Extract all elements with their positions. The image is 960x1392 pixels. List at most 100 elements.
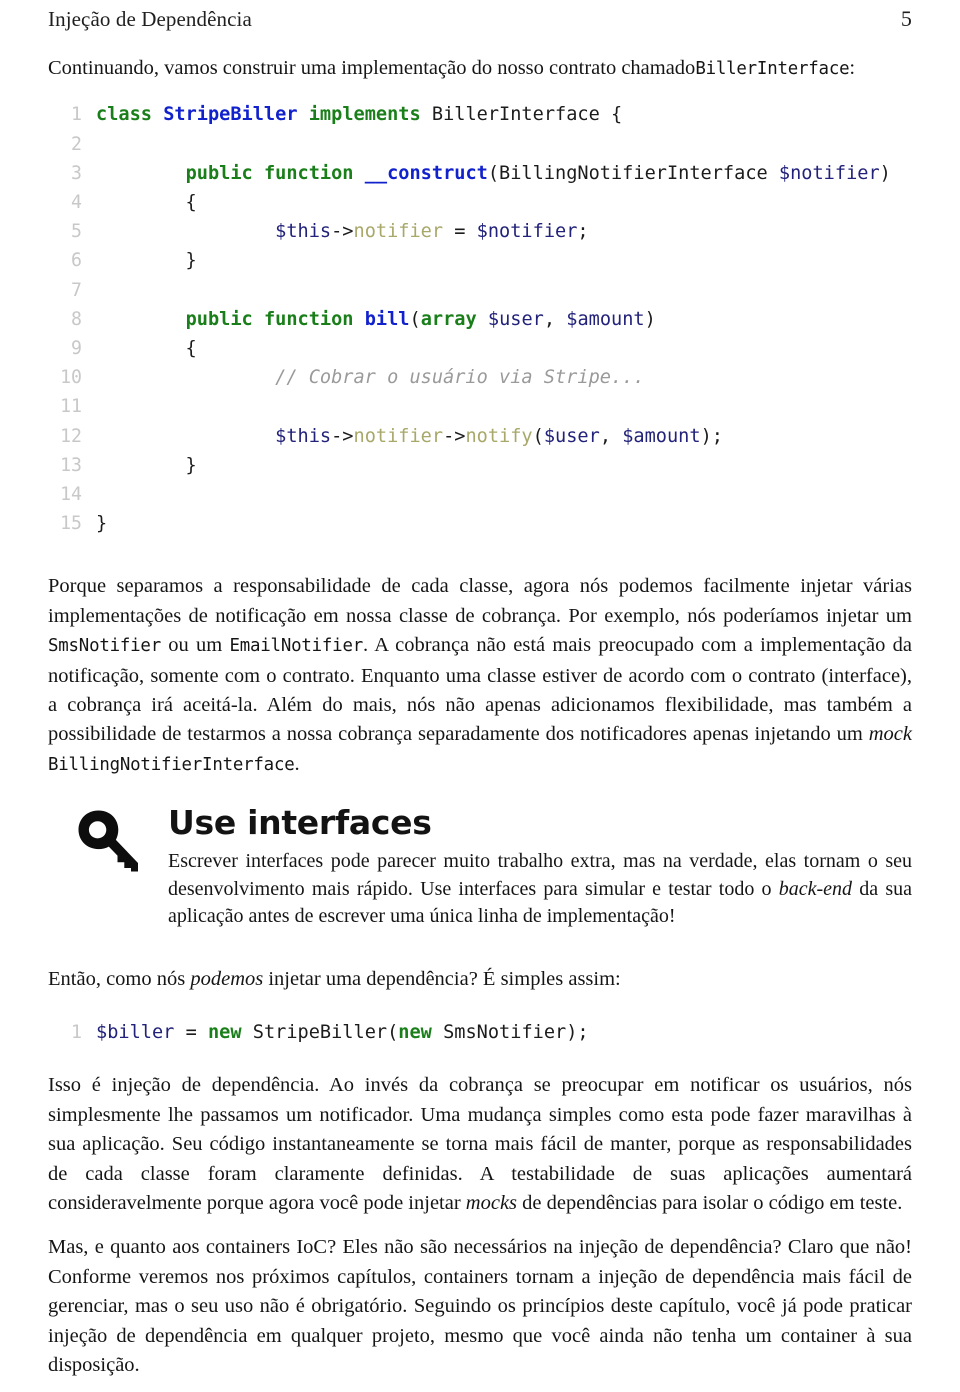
code-token: __construct (364, 162, 488, 184)
p2-italic-podemos: podemos (190, 967, 264, 990)
code-token: public (185, 308, 253, 330)
code-line: 1 class StripeBiller implements BillerInt… (48, 100, 912, 129)
code-token: , (543, 308, 567, 330)
code-line-number: 1 (71, 1022, 82, 1044)
code-line: 7 (48, 276, 912, 305)
code-line-number: 6 (71, 250, 82, 272)
p3-part2: de dependências para isolar o código em … (517, 1192, 903, 1215)
page-content: Continuando, vamos construir uma impleme… (48, 54, 912, 1380)
code-token: } (96, 250, 197, 272)
intro-paragraph: Continuando, vamos construir uma impleme… (48, 54, 912, 84)
code-listing-stripe-biller: 1 class StripeBiller implements BillerInt… (48, 100, 912, 538)
code-line-number: 3 (71, 162, 82, 184)
code-token: SmsNotifier); (431, 1022, 589, 1044)
code-token: } (96, 513, 108, 535)
code-token: -> (331, 425, 354, 447)
code-line: 12 $this->notifier->notify($user, $amoun… (48, 422, 912, 451)
code-token: -> (331, 221, 354, 243)
p1-code-billing-notifier-interface: BillingNotifierInterface (48, 754, 295, 775)
callout-body: Use interfaces Escrever interfaces pode … (168, 804, 912, 931)
intro-text-after: : (849, 57, 856, 79)
code-token: $biller (96, 1022, 175, 1044)
code-token: = (174, 1022, 208, 1044)
code-line: 4 { (48, 188, 912, 217)
code-token: $notifier (476, 221, 578, 243)
code-line-number: 10 (60, 367, 82, 389)
code-line-number: 15 (60, 513, 82, 535)
callout-use-interfaces: Use interfaces Escrever interfaces pode … (48, 804, 912, 931)
code-token: function (263, 308, 354, 330)
code-token: $this (275, 425, 332, 447)
code-line-source: } (82, 451, 197, 480)
p1-part5: . (294, 752, 300, 775)
code-line: 2 (48, 130, 912, 159)
code-line-source (82, 480, 107, 509)
code-token: { (96, 192, 197, 214)
p2-part2: injetar uma dependência? É simples assim… (263, 967, 621, 990)
code-line: 1 $biller = new StripeBiller(new SmsNotif… (48, 1018, 912, 1047)
code-line-source: } (82, 509, 107, 538)
code-token: ( (532, 425, 544, 447)
p2-part1: Então, como nós (48, 967, 191, 990)
callout-text: Escrever interfaces pode parecer muito t… (168, 848, 912, 931)
code-line-number: 1 (71, 104, 82, 126)
callout-title: Use interfaces (168, 803, 432, 843)
code-token: = (443, 221, 477, 243)
code-line-number: 5 (71, 221, 82, 243)
code-token: $this (275, 221, 332, 243)
code-token: new (398, 1022, 432, 1044)
code-token: new (207, 1022, 242, 1044)
code-token: { (96, 338, 197, 360)
code-token: $user (543, 425, 600, 447)
paragraph-how-to-inject: Então, como nós podemos injetar uma depe… (48, 965, 912, 994)
code-token: $amount (622, 425, 701, 447)
key-icon (78, 810, 138, 872)
code-line-source: public function __construct(BillingNotif… (82, 159, 891, 188)
code-line-number: 4 (71, 192, 82, 214)
code-token: ); (700, 425, 723, 447)
code-line-source: $biller = new StripeBiller(new SmsNotifi… (82, 1018, 589, 1047)
code-line: 11 (48, 392, 912, 421)
page-number: 5 (900, 6, 912, 31)
code-line: 15} (48, 509, 912, 538)
code-line: 13 } (48, 451, 912, 480)
code-token: (BillingNotifierInterface (487, 162, 779, 184)
code-listing-biller-instantiation: 1 $biller = new StripeBiller(new SmsNotif… (48, 1018, 912, 1047)
code-token: public (185, 162, 253, 184)
code-line-source: // Cobrar o usuário via Stripe... (82, 363, 645, 392)
code-token: $notifier (778, 162, 880, 184)
code-line-source (82, 130, 107, 159)
code-token: notifier (353, 425, 444, 447)
code-token: } (96, 454, 197, 476)
code-line-number: 13 (60, 454, 82, 476)
p1-code-sms-notifier: SmsNotifier (48, 636, 161, 657)
code-line-source (82, 276, 107, 305)
callout-icon-wrap (48, 804, 168, 874)
running-header: Injeção de Dependência 5 (48, 6, 912, 32)
code-token: // Cobrar o usuário via Stripe... (275, 367, 645, 389)
code-token: bill (364, 308, 410, 330)
p1-code-email-notifier: EmailNotifier (229, 636, 363, 657)
code-token: $amount (566, 308, 645, 330)
document-page: Injeção de Dependência 5 Continuando, va… (0, 0, 960, 1392)
code-token: ( (409, 308, 421, 330)
code-line: 8 public function bill(array $user, $amo… (48, 305, 912, 334)
code-line-number: 9 (71, 338, 82, 360)
code-token: ) (879, 162, 891, 184)
code-token: function (263, 162, 354, 184)
code-token: array (420, 308, 477, 330)
code-token: ; (577, 221, 589, 243)
code-line: 3 public function __construct(BillingNot… (48, 159, 912, 188)
code-token: StripeBiller( (241, 1022, 399, 1044)
code-line: 5 $this->notifier = $notifier; (48, 217, 912, 246)
p1-part2: ou um (160, 634, 230, 657)
